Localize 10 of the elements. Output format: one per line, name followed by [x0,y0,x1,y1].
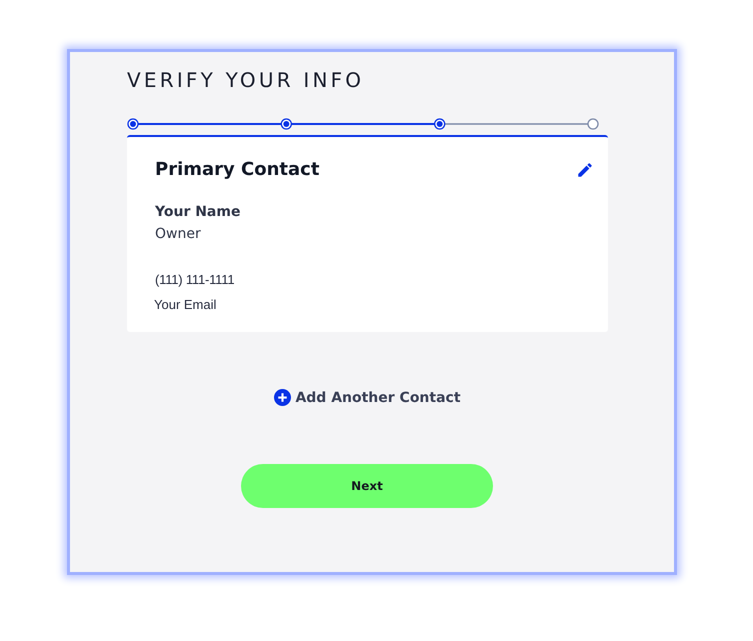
card-heading: Primary Contact [155,159,320,180]
field-value: Owner [155,226,201,242]
phone-number: (111) 111-1111 [155,272,234,287]
field-label: Your Name [155,204,240,220]
add-contact-button[interactable]: Add Another Contact [274,389,461,406]
page-title: VERIFY YOUR INFO [127,68,364,92]
next-button[interactable]: Next [241,464,493,508]
plus-circle-icon [274,389,292,406]
edit-icon[interactable] [576,160,594,178]
email-value: Your Email [154,297,216,312]
